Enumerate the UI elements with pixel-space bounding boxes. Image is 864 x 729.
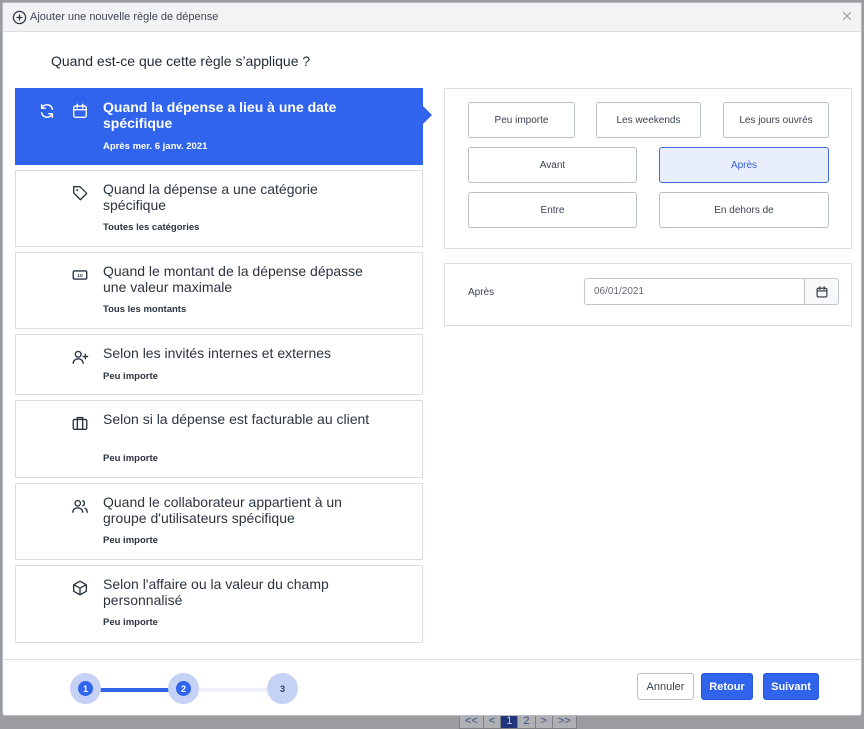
stepper-progress-pending — [199, 688, 277, 692]
plus-circle-icon — [12, 10, 27, 24]
pager-page-1: 1 — [500, 714, 519, 729]
rule-summary: Peu importe — [103, 617, 158, 628]
rule-item-guests[interactable]: Selon les invités internes et externes P… — [15, 334, 423, 395]
modal-header: Ajouter une nouvelle règle de dépense — [3, 3, 861, 32]
rule-title: Quand le collaborateur appartient à un g… — [103, 494, 342, 526]
modal-title: Ajouter une nouvelle règle de dépense — [30, 11, 219, 23]
calendar-icon — [816, 285, 827, 297]
calendar-icon — [73, 103, 87, 118]
svg-text:10: 10 — [77, 273, 83, 279]
users-icon — [72, 499, 88, 513]
rule-summary: Après mer. 6 janv. 2021 — [103, 141, 208, 152]
step-3-number: 3 — [279, 683, 285, 694]
option-weekends[interactable]: Les weekends — [596, 102, 701, 138]
rule-title: Quand la dépense a lieu à une date spéci… — [103, 99, 337, 131]
pager-prev: < — [482, 714, 502, 729]
date-condition-panel: Peu importe Les weekends Les jours ouvré… — [444, 88, 852, 249]
next-button[interactable]: Suivant — [763, 673, 819, 700]
cancel-button[interactable]: Annuler — [637, 673, 694, 700]
rule-item-billable[interactable]: Selon si la dépense est facturable au cl… — [15, 400, 423, 478]
rule-item-user-group[interactable]: Quand le collaborateur appartient à un g… — [15, 483, 423, 560]
step-2[interactable]: 2 — [168, 673, 199, 704]
box-icon — [73, 580, 87, 596]
add-expense-rule-modal: Ajouter une nouvelle règle de dépense Qu… — [2, 2, 862, 716]
step-2-number: 2 — [176, 681, 191, 696]
refresh-icon — [40, 103, 54, 119]
date-input[interactable]: 06/01/2021 — [584, 278, 805, 305]
step-1[interactable]: 1 — [70, 673, 101, 704]
option-peu-importe[interactable]: Peu importe — [468, 102, 575, 138]
rule-item-amount[interactable]: 10 Quand le montant de la dépense dépass… — [15, 252, 423, 329]
rule-type-list: Quand la dépense a lieu à une date spéci… — [15, 88, 432, 648]
step-1-number: 1 — [78, 681, 93, 696]
rule-summary: Peu importe — [103, 371, 158, 382]
rule-summary: Peu importe — [103, 535, 158, 546]
date-row: Après 06/01/2021 — [445, 278, 853, 305]
back-button[interactable]: Retour — [701, 673, 753, 700]
rule-title: Selon les invités internes et externes — [103, 345, 332, 361]
rule-title: Quand le montant de la dépense dépasse u… — [103, 263, 363, 295]
calendar-picker-button[interactable] — [804, 278, 839, 305]
rule-item-custom-field[interactable]: Selon l'affaire ou la valeur du champ pe… — [15, 565, 423, 643]
option-apres[interactable]: Après — [659, 147, 829, 183]
option-en-dehors-de[interactable]: En dehors de — [659, 192, 829, 228]
banknote-icon: 10 — [72, 270, 88, 280]
user-plus-icon — [72, 350, 89, 364]
pager-first: << — [459, 714, 484, 729]
background-pagination: << < 1 2 > >> — [459, 714, 577, 729]
date-value-panel: Après 06/01/2021 — [444, 263, 852, 326]
rule-question: Quand est-ce que cette règle s’applique … — [51, 53, 311, 69]
pager-page-2: 2 — [517, 714, 536, 729]
rule-title: Quand la dépense a une catégorie spécifi… — [103, 181, 318, 213]
option-avant[interactable]: Avant — [468, 147, 637, 183]
tag-icon — [73, 186, 88, 201]
rule-item-category[interactable]: Quand la dépense a une catégorie spécifi… — [15, 170, 423, 247]
rule-title: Selon si la dépense est facturable au cl… — [103, 411, 370, 427]
briefcase-icon — [72, 416, 88, 430]
option-jours-ouvres[interactable]: Les jours ouvrés — [723, 102, 829, 138]
pager-last: >> — [551, 714, 577, 729]
date-label: Après — [468, 287, 495, 298]
modal-footer: 1 2 3 Annuler Retour Suivant — [3, 659, 861, 716]
rule-title: Selon l'affaire ou la valeur du champ pe… — [103, 576, 329, 608]
rule-summary: Peu importe — [103, 453, 158, 464]
pager-next: > — [534, 714, 553, 729]
close-icon[interactable] — [841, 10, 853, 22]
rule-summary: Tous les montants — [103, 304, 187, 315]
rule-summary: Toutes les catégories — [103, 222, 200, 233]
step-3: 3 — [267, 673, 298, 704]
rule-item-date[interactable]: Quand la dépense a lieu à une date spéci… — [15, 88, 432, 165]
option-entre[interactable]: Entre — [468, 192, 637, 228]
